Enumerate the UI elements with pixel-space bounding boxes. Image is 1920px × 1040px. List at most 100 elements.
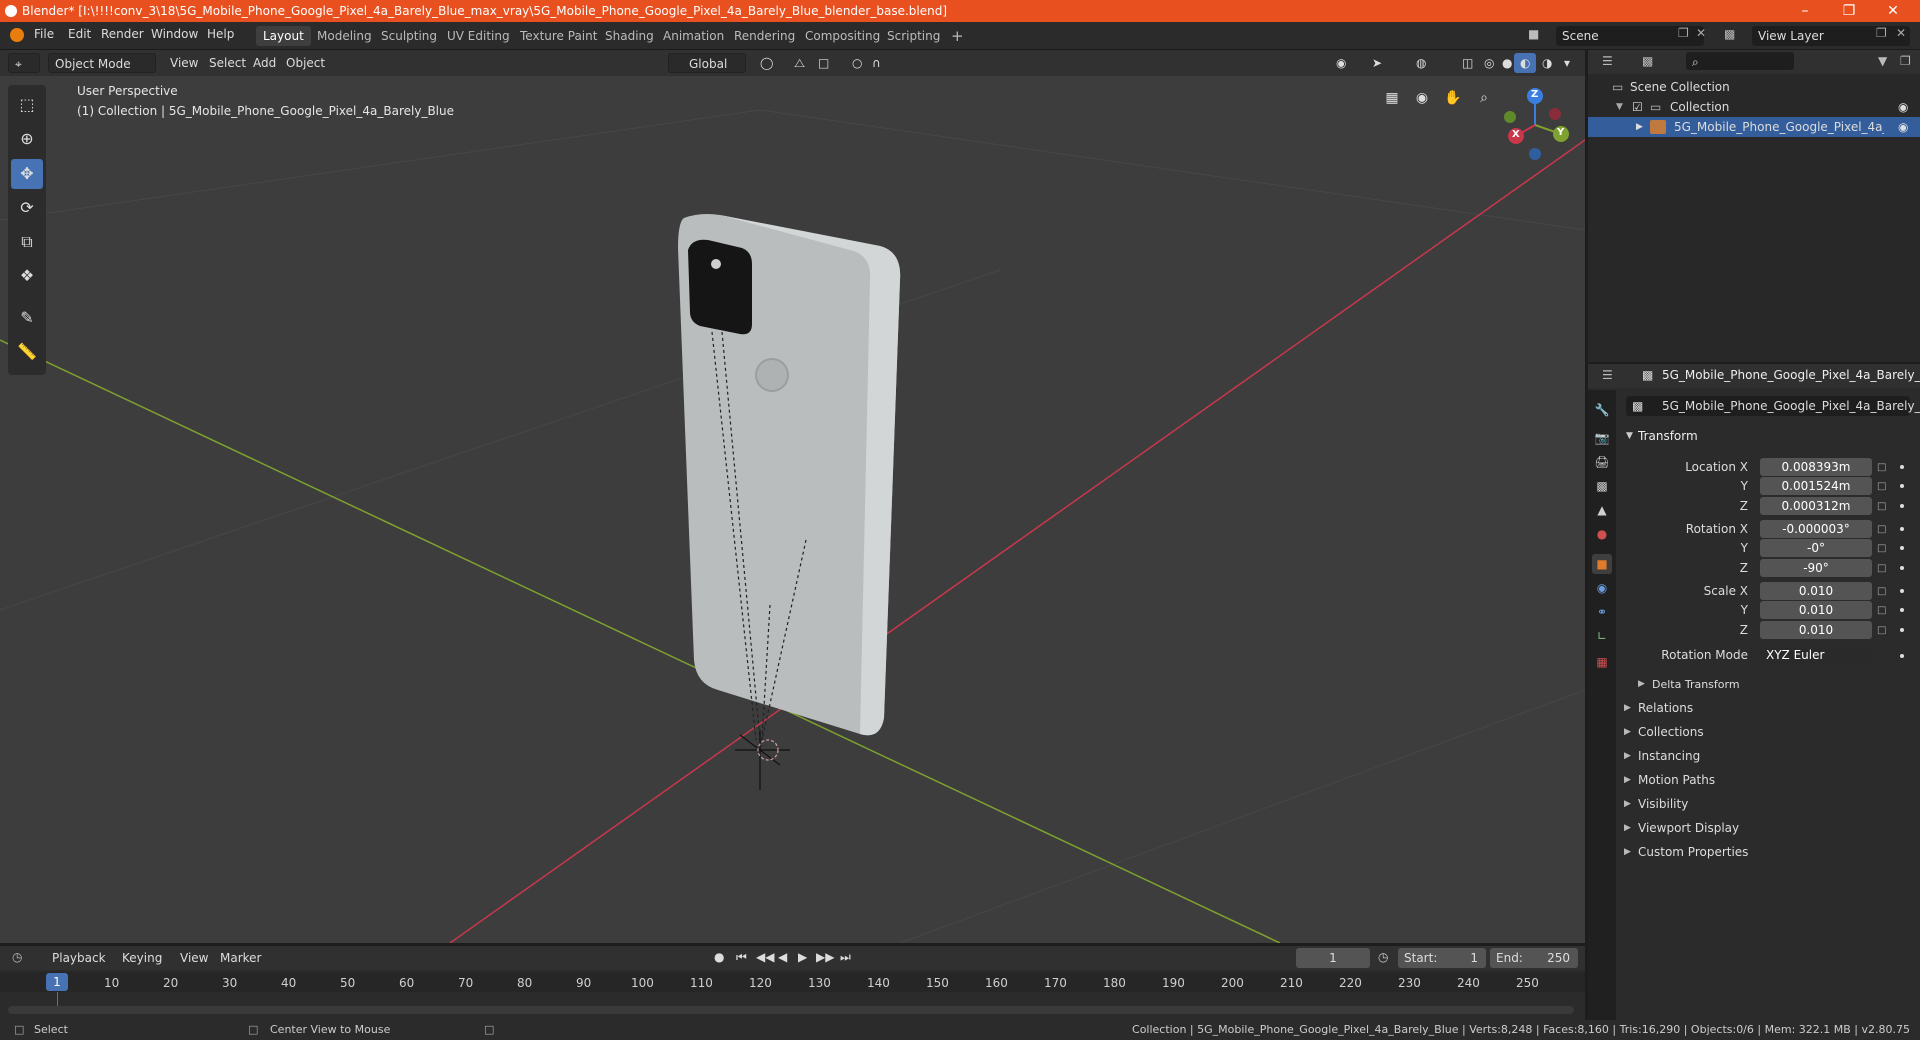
filter-icon[interactable]: ▼ [1878,54,1887,68]
jump-start-icon[interactable]: ⏮ [736,950,747,965]
current-frame-field[interactable]: 1 [1296,948,1370,968]
render-tab-icon[interactable]: 📷 [1592,428,1612,448]
object-datablock-icon[interactable]: ▩ [1632,399,1643,413]
remove-view-layer-icon[interactable]: ✕ [1896,26,1906,40]
custom-properties-panel[interactable]: Custom Properties [1638,845,1748,859]
outliner-editor-icon[interactable]: ☰ [1602,54,1613,68]
outliner-search-input[interactable]: ⌕ [1686,52,1794,70]
lock-icon[interactable]: □ [1877,605,1889,617]
scale-y-field[interactable]: 0.010 [1760,601,1872,619]
viewport-menu-object[interactable]: Object [280,53,331,73]
viewport-menu-view[interactable]: View [164,53,204,73]
properties-editor-icon[interactable]: ☰ [1602,368,1613,382]
viewport-display-panel[interactable]: Viewport Display [1638,821,1739,835]
viewport-menu-select[interactable]: Select [203,53,252,73]
scene-icon[interactable]: ■ [1528,27,1539,41]
view-layer-icon[interactable]: ▩ [1724,27,1735,41]
expand-arrow-icon[interactable]: ▼ [1616,97,1623,117]
expand-arrow-icon[interactable]: ▶ [1636,117,1643,137]
pivot-point-icon[interactable]: ◯ [754,53,779,73]
lock-icon[interactable]: □ [1877,586,1889,598]
annotate-icon[interactable]: ✎ [11,303,43,333]
keyframe-dot-icon[interactable] [1900,465,1904,469]
instancing-panel[interactable]: Instancing [1638,749,1700,763]
timeline-editor-icon[interactable]: ◷ [12,950,22,964]
play-reverse-icon[interactable]: ◀ [778,950,787,964]
panel-expand-icon[interactable]: ▶ [1624,751,1631,761]
tab-uv-editing[interactable]: UV Editing [440,26,517,46]
relations-panel[interactable]: Relations [1638,701,1693,715]
rotate-icon[interactable]: ⟳ [11,193,43,223]
output-tab-icon[interactable]: 🖨 [1592,452,1612,472]
view-layer-tab-icon[interactable]: ▩ [1592,476,1612,496]
delta-transform-panel[interactable]: Delta Transform [1652,678,1740,691]
tool-tab-icon[interactable]: 🔧 [1592,400,1612,420]
prev-keyframe-icon[interactable]: ◀◀ [756,950,774,964]
rotation-mode-dropdown[interactable]: XYZ Euler [1760,646,1872,664]
constraint-tab-icon[interactable]: ⚭ [1592,602,1612,622]
menu-render[interactable]: Render [101,27,144,41]
panel-expand-icon[interactable]: ▶ [1624,775,1631,785]
motion-paths-panel[interactable]: Motion Paths [1638,773,1715,787]
transform-orientation-dropdown[interactable]: Global [668,53,746,73]
panel-expand-icon[interactable]: ▶ [1624,727,1631,737]
xray-icon[interactable]: ◫ [1456,53,1479,73]
transform-icon[interactable]: ❖ [11,261,43,291]
outliner-scene-collection[interactable]: ▭ Scene Collection [1588,77,1920,97]
checkbox-icon[interactable]: ☑ [1632,97,1643,117]
location-y-field[interactable]: 0.001524m [1760,477,1872,495]
jump-end-icon[interactable]: ⏭ [840,950,851,965]
tab-texture-paint[interactable]: Texture Paint [513,26,604,46]
tab-layout[interactable]: Layout [256,26,311,46]
add-workspace-icon[interactable]: + [944,26,971,46]
maximize-icon[interactable]: ❐ [1828,0,1870,22]
panel-expand-icon[interactable]: ▶ [1624,799,1631,809]
record-icon[interactable]: ● [714,950,724,964]
keyframe-dot-icon[interactable] [1900,628,1904,632]
menu-help[interactable]: Help [207,27,234,41]
lock-icon[interactable]: □ [1877,563,1889,575]
scale-x-field[interactable]: 0.010 [1760,582,1872,600]
snap-icon[interactable]: ⧍ [788,53,811,73]
keyframe-dot-icon[interactable] [1900,566,1904,570]
snap-target-icon[interactable]: □ [812,53,835,73]
material-shading-icon[interactable]: ◐ [1514,53,1537,73]
menu-window[interactable]: Window [151,27,198,41]
new-collection-icon[interactable]: ❐ [1900,54,1911,68]
material-tab-icon[interactable]: ▦ [1592,652,1612,672]
new-scene-icon[interactable]: ❐ [1678,26,1689,40]
keyframe-dot-icon[interactable] [1900,484,1904,488]
tab-sculpting[interactable]: Sculpting [374,26,444,46]
timeline-scrollbar[interactable] [8,1006,1574,1014]
keyframe-dot-icon[interactable] [1900,608,1904,612]
tab-shading[interactable]: Shading [598,26,661,46]
keyframe-dot-icon[interactable] [1900,654,1904,658]
scale-icon[interactable]: ⧉ [11,227,43,257]
minimize-icon[interactable]: – [1784,0,1826,22]
pan-hand-icon[interactable]: ✋ [1441,86,1465,110]
3d-viewport[interactable]: Z Y X ⌖ Object Mode View Select Add Obje… [0,50,1585,943]
object-name-field[interactable]: 5G_Mobile_Phone_Google_Pixel_4a_Barely_B… [1626,396,1920,416]
close-icon[interactable]: ✕ [1872,0,1914,22]
viewport-menu-add[interactable]: Add [247,53,282,73]
outliner-collection[interactable]: ▼ ☑ ▭ Collection ◉ [1588,97,1920,117]
lock-icon[interactable]: □ [1877,524,1889,536]
clock-icon[interactable]: ◷ [1378,950,1388,964]
tab-modeling[interactable]: Modeling [310,26,379,46]
tab-compositing[interactable]: Compositing [798,26,887,46]
panel-expand-icon[interactable]: ▶ [1624,847,1631,857]
data-tab-icon[interactable]: ∟ [1592,626,1612,646]
blender-menu-icon[interactable] [10,28,24,42]
end-frame-field[interactable]: End: 250 [1490,948,1578,968]
object-mode-dropdown[interactable]: Object Mode [48,53,156,73]
lock-icon[interactable]: □ [1877,462,1889,474]
select-box-icon[interactable]: ⬚ [11,90,43,120]
editor-type-icon[interactable]: ⌖ [8,53,40,73]
panel-expand-icon[interactable]: ▶ [1624,703,1631,713]
eye-icon[interactable]: ◉ [1898,97,1908,117]
scene-tab-icon[interactable]: ▲ [1592,500,1612,520]
zoom-icon[interactable]: ⌕ [1472,86,1496,110]
playhead[interactable]: 1 [46,973,68,991]
collections-panel[interactable]: Collections [1638,725,1704,739]
outliner-object[interactable]: ▶ 5G_Mobile_Phone_Google_Pixel_4a_Barely… [1588,117,1920,137]
